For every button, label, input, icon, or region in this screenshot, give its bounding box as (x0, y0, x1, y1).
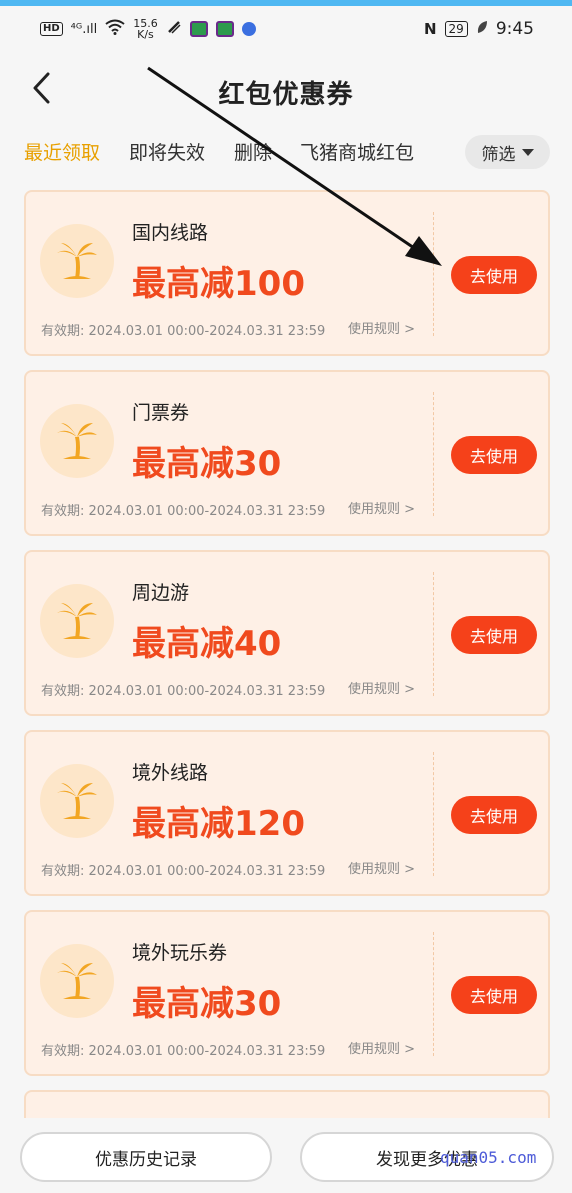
annotation-arrow (147, 66, 442, 266)
